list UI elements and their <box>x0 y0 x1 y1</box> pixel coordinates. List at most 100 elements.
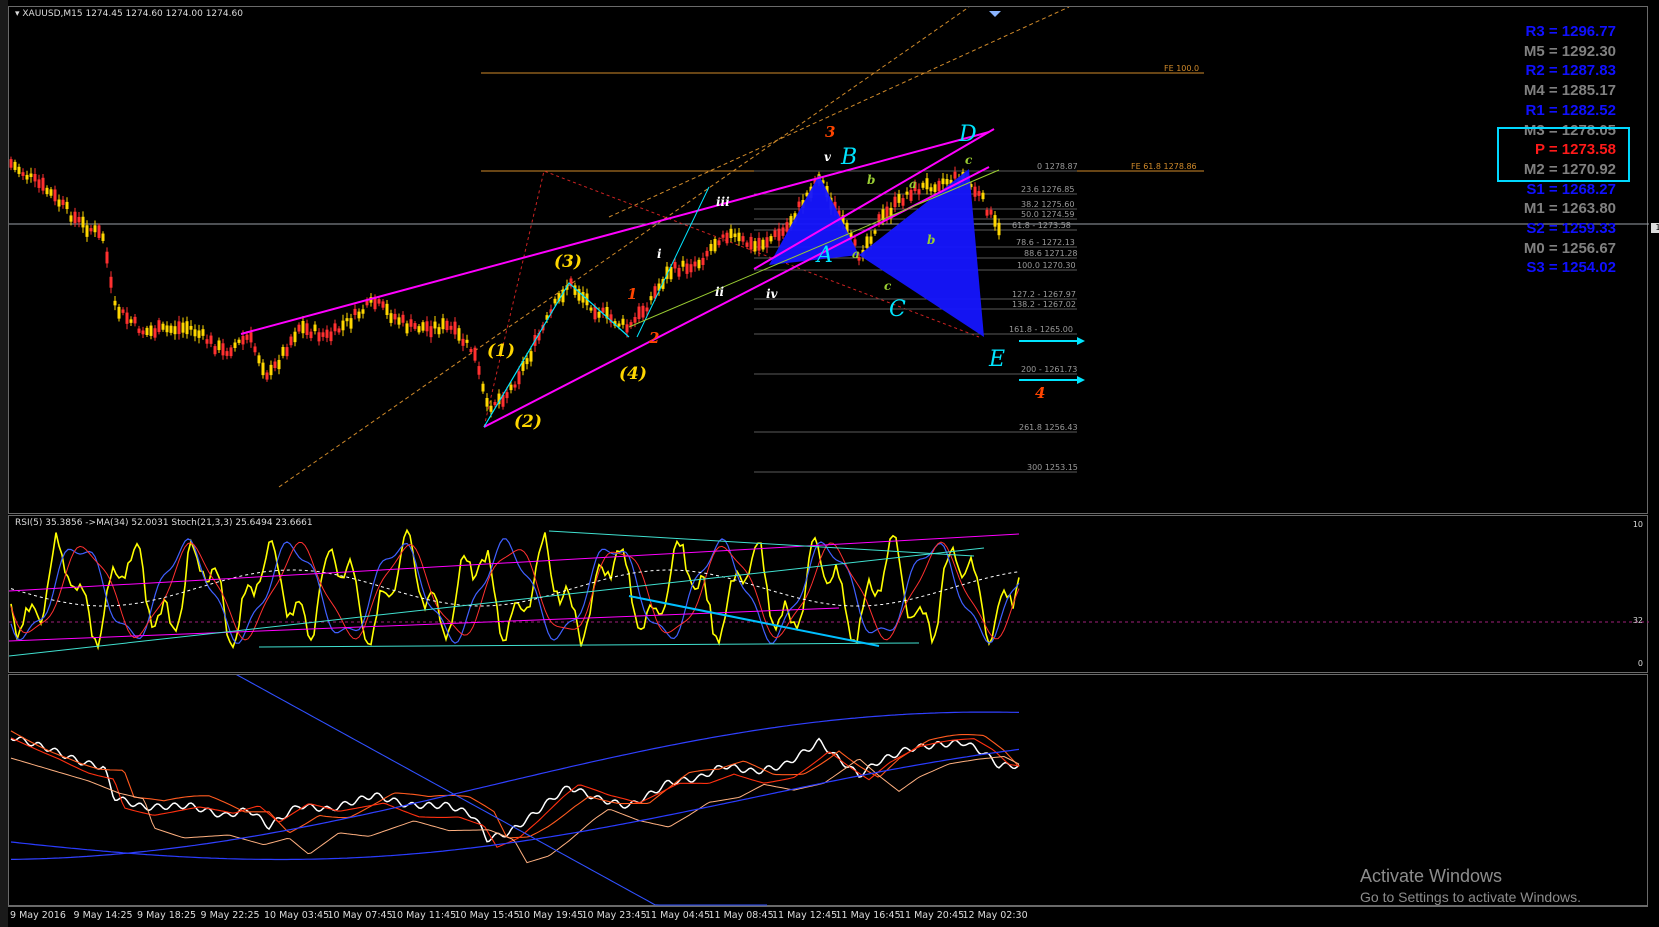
candle-body <box>117 306 121 319</box>
candle-body <box>49 189 53 196</box>
rsi-line <box>10 528 1020 651</box>
osc-axis-bottom: 0 <box>1637 659 1643 668</box>
pivot-level: M1 = 1263.80 <box>1523 200 1616 218</box>
candle-body <box>329 331 333 342</box>
candle-body <box>405 323 409 334</box>
candle-body <box>993 215 997 227</box>
wave-label-red-2: 2 <box>649 329 660 347</box>
candle-body <box>797 201 801 208</box>
point-label-e: E <box>989 347 1006 372</box>
candle-body <box>421 322 425 331</box>
candle-body <box>93 225 97 233</box>
candle-body <box>237 339 241 343</box>
candle-body <box>21 172 25 176</box>
candle-body <box>853 239 857 246</box>
candle-body <box>17 166 21 174</box>
candle-body <box>141 330 145 335</box>
candle-body <box>725 232 729 244</box>
fib-618-label: 61.8 - 1273.58 <box>1012 221 1071 230</box>
candle-body <box>489 405 493 412</box>
candle-body <box>289 336 293 346</box>
candle-body <box>245 334 249 340</box>
fib-0-label: 0 1278.87 <box>1037 162 1078 171</box>
ma-slow-falling <box>236 675 767 906</box>
price-chart-pane[interactable]: ▾ XAUUSD,M15 1274.45 1274.60 1274.00 127… <box>8 6 1659 514</box>
activation-watermark: Activate Windows Go to Settings to activ… <box>1360 866 1581 905</box>
candle-body <box>25 174 29 180</box>
point-label-b: B <box>841 145 858 170</box>
candle-body <box>745 242 749 247</box>
candle-body <box>65 201 69 210</box>
fib-500-label: 50.0 1274.59 <box>1021 210 1075 219</box>
candle-body <box>149 325 153 336</box>
candle-body <box>645 307 649 312</box>
candle-body <box>381 301 385 308</box>
candle-body <box>761 239 765 250</box>
candle-body <box>205 339 209 344</box>
candle-body <box>597 311 601 318</box>
candle-body <box>621 318 625 325</box>
candle-body <box>105 251 109 264</box>
candle-body <box>689 264 693 273</box>
pivot-level: R2 = 1287.83 <box>1525 62 1617 80</box>
window-frame <box>0 0 8 927</box>
oscillator-pane[interactable]: RSI(5) 35.3856 ->MA(34) 52.0031 Stoch(21… <box>8 515 1649 674</box>
wave-label-2: (2) <box>514 412 542 432</box>
candle-body <box>273 361 277 369</box>
candle-body <box>101 233 105 241</box>
candle-body <box>249 332 253 343</box>
candle-body <box>981 192 985 200</box>
shift-marker[interactable] <box>989 11 1001 17</box>
candle-body <box>321 332 325 337</box>
candle-body <box>693 261 697 267</box>
candle-body <box>933 184 937 192</box>
candle-body <box>257 355 261 364</box>
candle-body <box>433 321 437 329</box>
candle-body <box>393 313 397 320</box>
candle-body <box>897 194 901 203</box>
candle-body <box>233 342 237 349</box>
point-label-c: C <box>889 297 906 322</box>
candle-body <box>201 329 205 336</box>
candle-body <box>281 347 285 356</box>
time-tick-label: 12 May 02:30 <box>962 910 1028 921</box>
candle-body <box>9 159 13 168</box>
candle-body <box>681 260 685 267</box>
stoch-main-line <box>10 538 1020 644</box>
target-arrow-e <box>1019 337 1085 345</box>
candle-body <box>133 316 137 324</box>
pivot-level: S3 = 1254.02 <box>1526 259 1616 277</box>
candle-body <box>177 321 181 335</box>
candle-body <box>525 358 529 365</box>
wave-label-ii: ii <box>715 285 725 299</box>
candle-body <box>989 209 993 215</box>
candle-body <box>213 346 217 355</box>
candle-body <box>153 328 157 338</box>
candle-body <box>873 230 877 234</box>
candle-body <box>337 328 341 333</box>
ma-medium <box>10 755 1020 864</box>
candle-body <box>313 324 317 332</box>
oscillator-canvas[interactable] <box>9 516 1649 674</box>
candle-body <box>157 320 161 333</box>
candle-body <box>701 257 705 265</box>
subwave-label-b1: b <box>867 173 876 187</box>
target-arrow-4 <box>1019 376 1085 384</box>
candle-body <box>769 236 773 242</box>
candle-body <box>593 306 597 320</box>
candle-body <box>77 216 81 223</box>
osc-support-line <box>258 642 920 648</box>
candle-body <box>925 178 929 190</box>
candle-body <box>305 323 309 335</box>
candle-body <box>637 306 641 319</box>
pivot-level: R1 = 1282.52 <box>1525 101 1617 119</box>
price-axis-flag: 1 <box>1651 223 1659 233</box>
time-tick-label: 10 May 15:45 <box>454 910 520 921</box>
candle-body <box>625 324 629 333</box>
candle-body <box>169 325 173 333</box>
oscillator-series <box>10 528 1020 651</box>
candle-body <box>189 325 193 330</box>
osc-axis-mid: 32 <box>1632 616 1643 625</box>
candle-body <box>453 321 457 335</box>
candle-body <box>81 216 85 228</box>
